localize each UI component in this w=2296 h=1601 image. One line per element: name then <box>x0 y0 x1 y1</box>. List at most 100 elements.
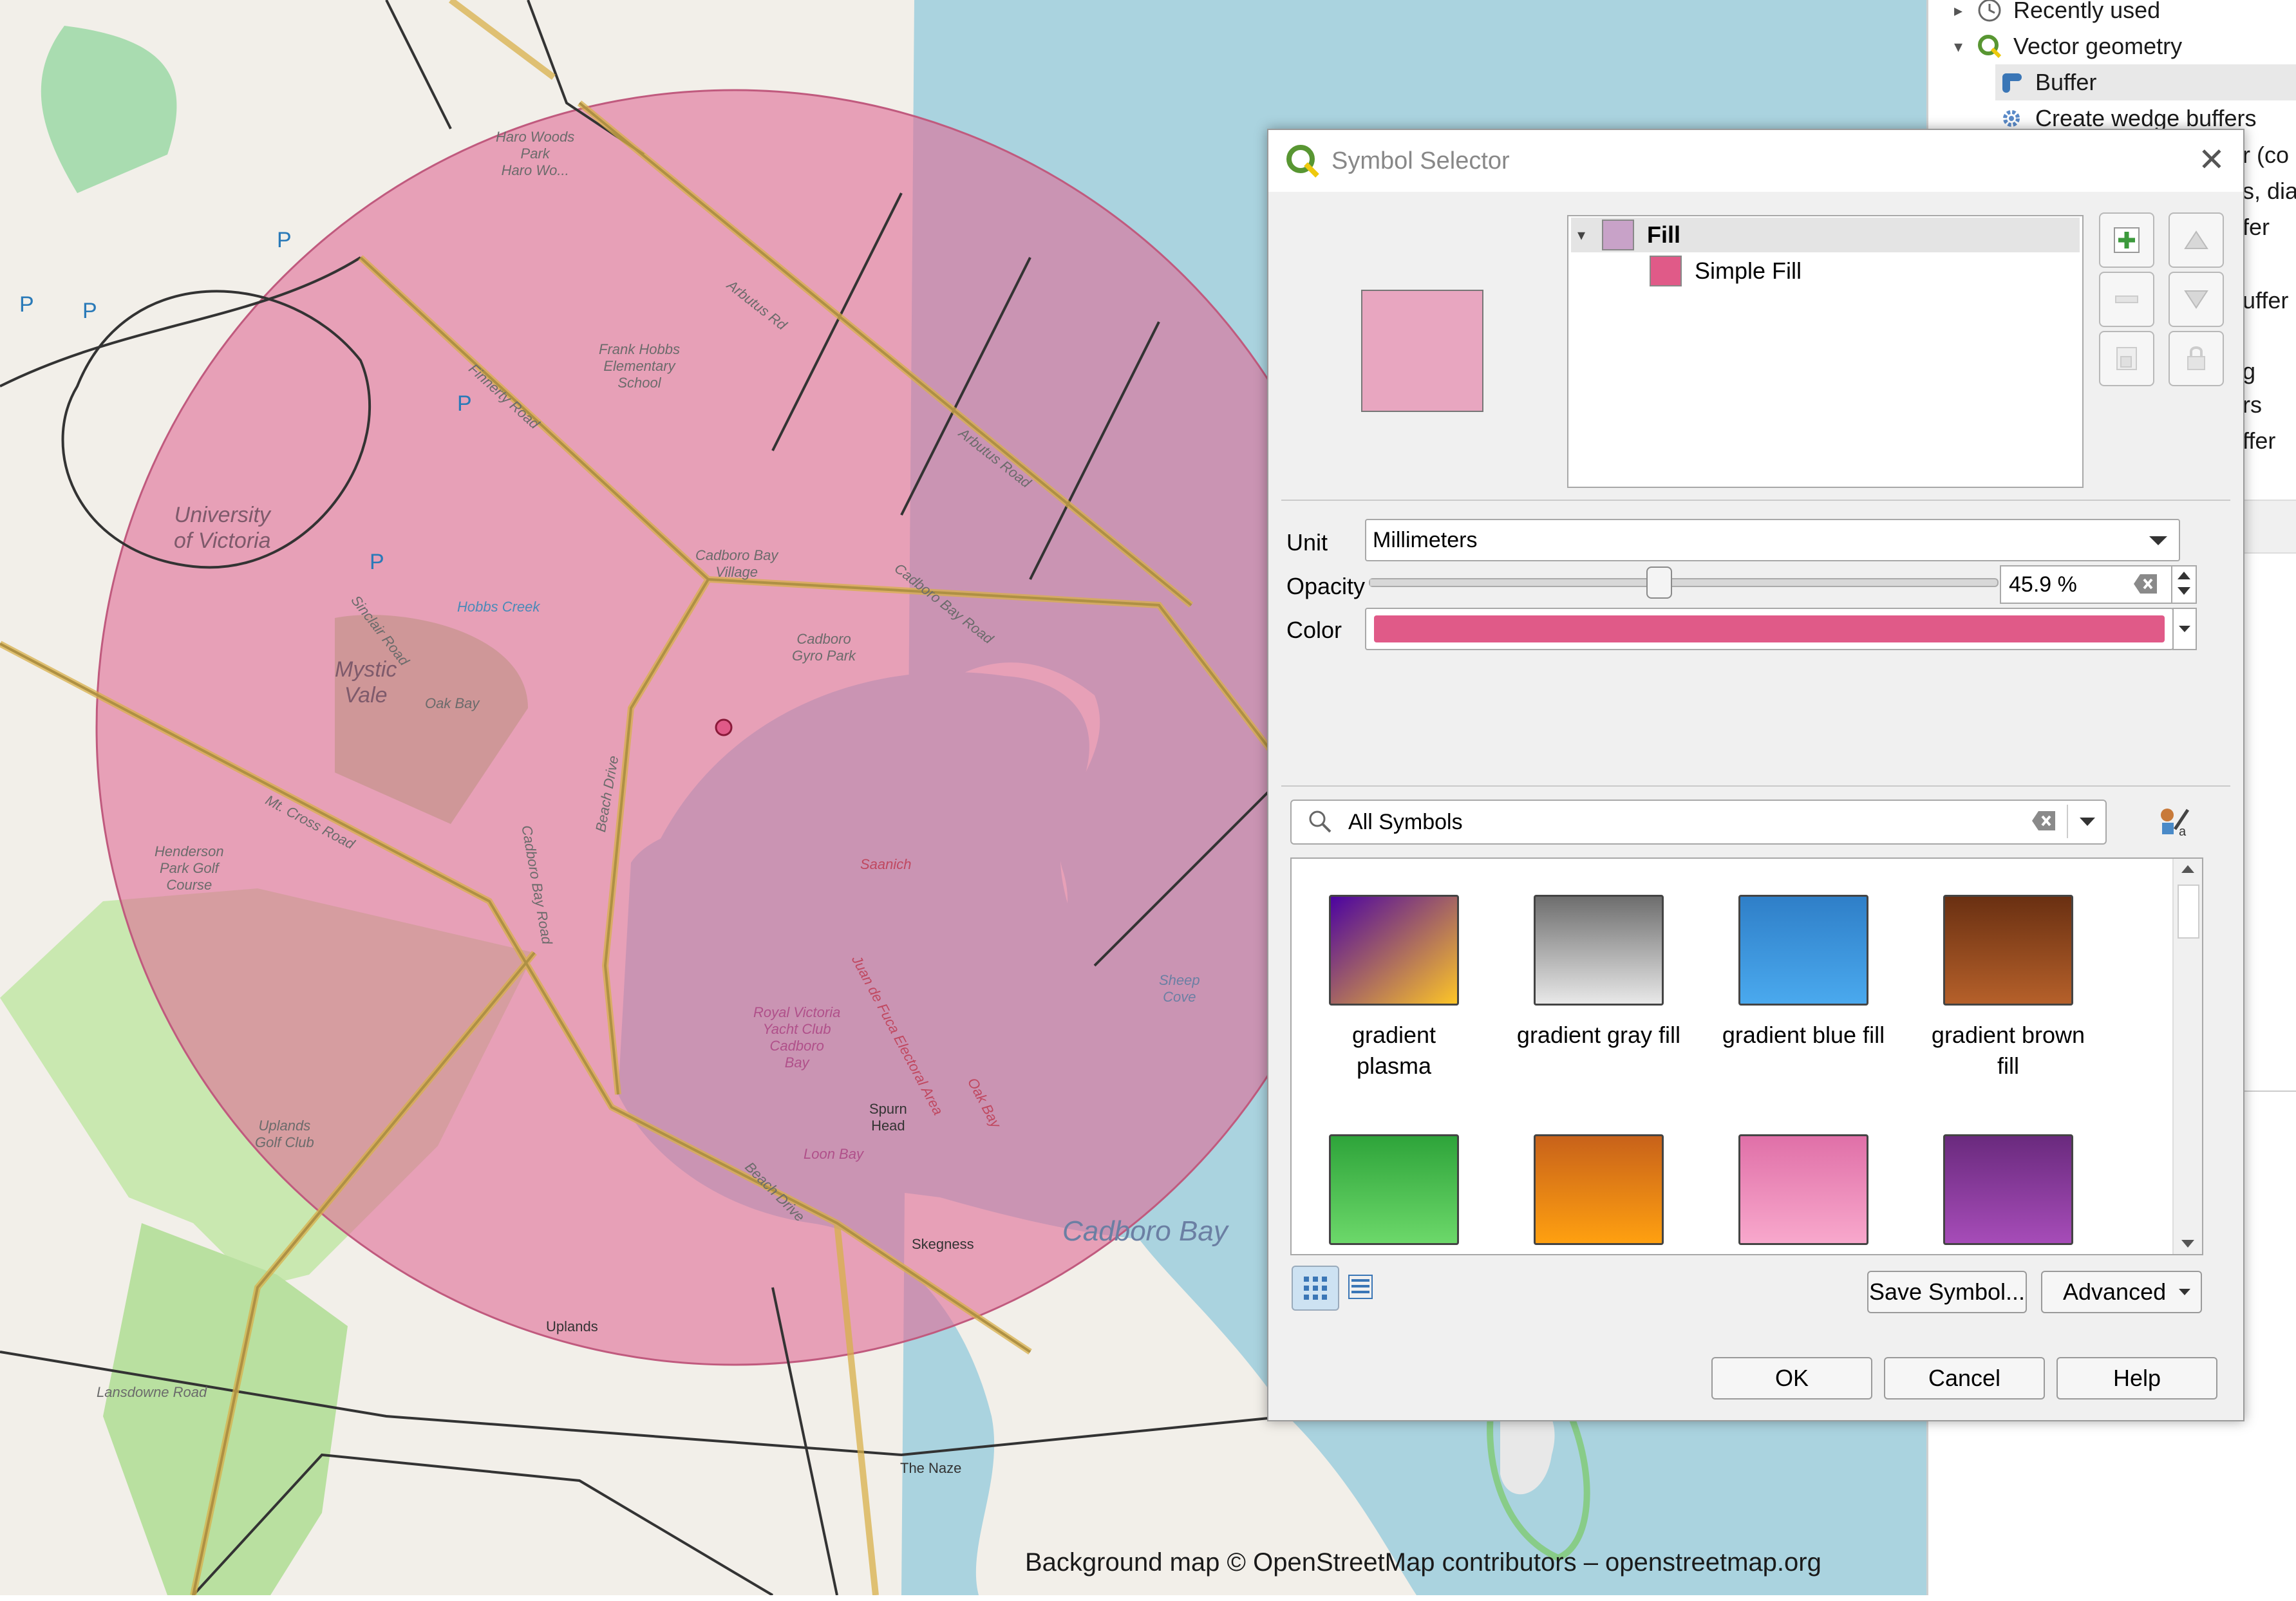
toolbox-partial-text: fer <box>2243 214 2270 240</box>
save-symbol-button[interactable]: Save Symbol... <box>1867 1271 2027 1313</box>
map-label: The Naze <box>900 1460 962 1476</box>
minus-icon <box>2115 295 2138 303</box>
cancel-button[interactable]: Cancel <box>1884 1357 2045 1400</box>
map-label: Lansdowne Road <box>97 1384 207 1400</box>
advanced-button[interactable]: Advanced <box>2041 1271 2202 1313</box>
opacity-label: Opacity <box>1286 573 1366 599</box>
opacity-value: 45.9 % <box>2009 572 2077 597</box>
clear-icon[interactable] <box>2134 573 2158 601</box>
opacity-slider-handle[interactable] <box>1646 566 1673 599</box>
grid-view-icon <box>1304 1277 1327 1300</box>
symbol-search-combobox[interactable]: All Symbols <box>1290 800 2107 845</box>
close-icon[interactable]: ✕ <box>2193 142 2230 179</box>
chevron-down-icon <box>2179 1289 2190 1295</box>
color-button[interactable] <box>1365 608 2174 650</box>
gear-icon <box>1995 106 2028 131</box>
style-manager-icon: a <box>2161 809 2190 839</box>
panel-divider <box>2243 1091 2296 1092</box>
toolbox-label: Vector geometry <box>2013 33 2183 59</box>
map-label: Loon Bay <box>804 1146 863 1162</box>
parking-icon: P <box>457 391 472 416</box>
chevron-down-icon <box>2179 626 2190 632</box>
style-manager-button[interactable]: a <box>2157 803 2193 839</box>
plus-icon <box>2114 227 2140 253</box>
icon-view-button[interactable] <box>1292 1266 1339 1311</box>
symbol-thumbnail <box>1738 895 1868 1006</box>
symbol-grid[interactable]: gradient plasma gradient gray fill gradi… <box>1290 857 2203 1255</box>
opacity-spinbox[interactable]: 45.9 % <box>2000 565 2172 604</box>
unit-combobox[interactable]: Millimeters <box>1365 519 2180 561</box>
chevron-down-icon <box>2149 536 2167 545</box>
symbol-item[interactable] <box>1292 1134 1496 1245</box>
buffer-icon <box>1995 70 2028 95</box>
simple-fill-swatch <box>1650 256 1682 286</box>
map-label: Cadboro Gyro Park <box>792 631 856 664</box>
list-view-button[interactable] <box>1338 1266 1383 1308</box>
add-layer-button[interactable] <box>2099 212 2154 268</box>
tree-item-label: Fill <box>1647 221 1680 248</box>
separator <box>1281 785 2230 787</box>
symbol-thumbnail <box>1534 895 1664 1006</box>
expand-arrow-icon[interactable]: ▸ <box>1954 1 1973 21</box>
symbol-item[interactable] <box>1701 1134 1906 1245</box>
ok-button[interactable]: OK <box>1711 1357 1872 1400</box>
symbol-layer-tree[interactable]: ▾ Fill Simple Fill <box>1567 215 2084 488</box>
toolbox-item-vector-geometry[interactable]: ▾ Vector geometry <box>1954 28 2182 64</box>
clear-icon[interactable] <box>2032 810 2056 835</box>
symbol-thumbnail <box>1329 895 1459 1006</box>
opacity-slider[interactable] <box>1369 566 1999 599</box>
vertical-scrollbar[interactable] <box>2172 859 2202 1254</box>
symbol-item[interactable] <box>1906 1134 2111 1245</box>
map-label: Cadboro Bay Village <box>695 547 778 580</box>
map-label: Hobbs Creek <box>457 599 540 615</box>
toolbox-item-buffer[interactable]: Buffer <box>1995 64 2296 100</box>
color-swatch <box>1374 615 2165 642</box>
scroll-up-icon[interactable] <box>2181 865 2194 873</box>
symbol-item[interactable]: gradient brown fill <box>1906 895 2111 1081</box>
chevron-down-icon[interactable] <box>2080 818 2095 826</box>
parking-icon: P <box>19 292 34 317</box>
map-label: Uplands <box>546 1318 598 1334</box>
map-label: Haro Woods Park Haro Wo... <box>496 129 575 178</box>
symbol-item[interactable]: gradient plasma <box>1292 895 1496 1081</box>
list-view-icon <box>1348 1275 1373 1299</box>
symbol-item[interactable]: gradient blue fill <box>1701 895 1906 1051</box>
parking-icon: P <box>277 228 292 252</box>
map-label: Uplands Golf Club <box>255 1118 314 1150</box>
color-dropdown-button[interactable] <box>2172 608 2197 650</box>
map-label: Sheep Cove <box>1159 972 1200 1005</box>
symbol-thumbnail <box>1943 1134 2073 1245</box>
map-label: Oak Bay <box>425 695 480 711</box>
spin-down-icon[interactable] <box>2178 587 2190 595</box>
collapse-arrow-icon[interactable]: ▾ <box>1954 37 1973 57</box>
move-up-button[interactable] <box>2169 212 2224 268</box>
help-button[interactable]: Help <box>2056 1357 2217 1400</box>
symbol-item[interactable]: gradient gray fill <box>1496 895 1701 1051</box>
color-label: Color <box>1286 617 1342 643</box>
toolbox-item-recently-used[interactable]: ▸ Recently used <box>1954 0 2160 28</box>
tree-item-simple-fill[interactable]: Simple Fill <box>1650 254 2080 288</box>
spin-up-icon[interactable] <box>2178 572 2190 579</box>
dialog-titlebar[interactable]: Symbol Selector ✕ <box>1268 130 2243 192</box>
toolbox-partial-text: g <box>2243 358 2256 384</box>
symbol-preview <box>1361 290 1483 412</box>
tree-item-fill[interactable]: ▾ Fill <box>1571 218 2080 252</box>
symbol-thumbnail <box>1738 1134 1868 1245</box>
scrollbar-thumb[interactable] <box>2178 885 2199 939</box>
duplicate-layer-button[interactable] <box>2099 331 2154 386</box>
search-value: All Symbols <box>1348 810 1463 834</box>
symbol-selector-dialog: Symbol Selector ✕ ▾ Fill Simple Fill Uni… <box>1267 129 2244 1421</box>
collapse-arrow-icon[interactable]: ▾ <box>1577 226 1602 245</box>
opacity-spinner-arrows[interactable] <box>2171 565 2197 604</box>
scroll-down-icon[interactable] <box>2181 1240 2194 1248</box>
symbol-item[interactable] <box>1496 1134 1701 1245</box>
symbol-label: gradient brown fill <box>1931 1022 2085 1079</box>
lock-layer-button[interactable] <box>2169 331 2224 386</box>
parking-icon: P <box>370 550 384 574</box>
toolbox-label: Recently used <box>2013 0 2161 23</box>
remove-layer-button[interactable] <box>2099 272 2154 327</box>
divider <box>2067 805 2068 838</box>
move-down-button[interactable] <box>2169 272 2224 327</box>
symbol-thumbnail <box>1943 895 2073 1006</box>
toolbox-label: Buffer <box>2035 69 2097 95</box>
